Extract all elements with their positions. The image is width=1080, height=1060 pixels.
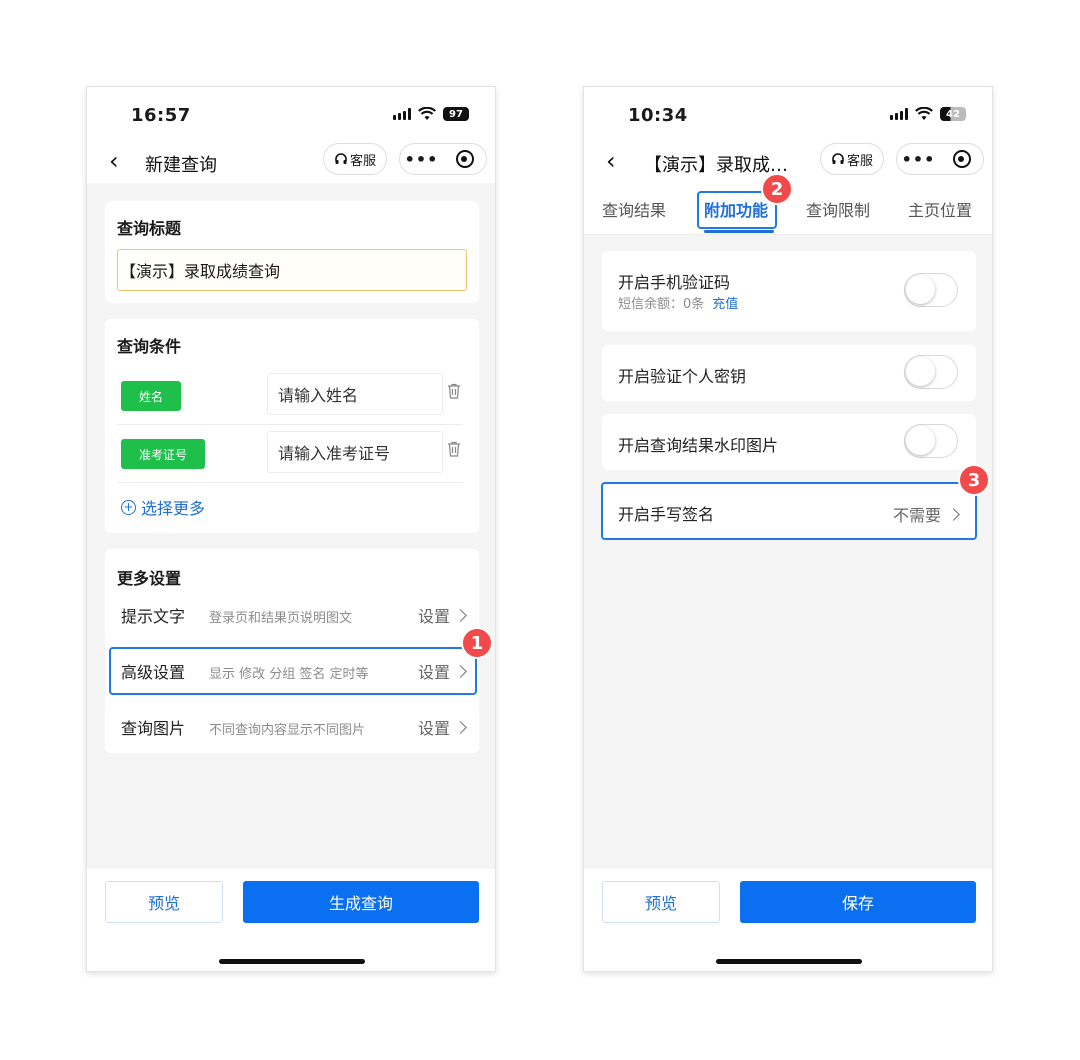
more-settings-card: 更多设置 提示文字 登录页和结果页说明图文 设置 高级设置 显示 修改 分组 签…	[105, 549, 479, 753]
chevron-right-icon	[947, 507, 960, 521]
condition-row: 准考证号 请输入准考证号	[117, 427, 463, 483]
status-time: 10:34	[628, 105, 688, 126]
status-time: 16:57	[131, 105, 191, 126]
headset-icon	[832, 153, 844, 164]
watermark-row: 开启查询结果水印图片	[602, 414, 976, 470]
plus-circle-icon: +	[121, 499, 136, 515]
customer-service-button[interactable]: 客服	[820, 143, 884, 175]
condition-tag[interactable]: 准考证号	[121, 439, 205, 469]
recharge-link[interactable]: 充值	[712, 297, 738, 312]
tab-query-results[interactable]: 查询结果	[602, 197, 666, 221]
setting-desc: 显示 修改 分组 签名 定时等	[209, 667, 369, 682]
function-label: 开启查询结果水印图片	[618, 436, 779, 455]
query-title-input[interactable]: 【演示】录取成绩查询	[117, 249, 467, 291]
setting-label: 高级设置	[121, 663, 186, 682]
personal-key-row: 开启验证个人密钥	[602, 345, 976, 401]
trash-icon[interactable]	[447, 441, 461, 457]
sms-verification-row: 开启手机验证码 短信余额：0条 充值	[602, 251, 976, 331]
setting-label: 查询图片	[121, 719, 186, 738]
tab-extra-functions[interactable]: 附加功能	[704, 197, 768, 221]
condition-row: 姓名 请输入姓名	[117, 369, 463, 425]
condition-tag[interactable]: 姓名	[121, 381, 181, 411]
home-indicator	[219, 959, 365, 964]
setting-row-query-images[interactable]: 查询图片 不同查询内容显示不同图片 设置	[105, 701, 479, 753]
trash-icon[interactable]	[447, 383, 461, 399]
status-bar: 10:34 42	[584, 87, 992, 143]
mini-program-capsule: •••	[896, 143, 984, 175]
bottom-action-bar: 预览 保存	[584, 869, 992, 971]
phone-screen-extra-functions: 10:34 42 ‹ 【演示】录取成… 客服 ••• 查询结果 附加功能 查询限…	[583, 86, 993, 972]
back-arrow-icon[interactable]: ‹	[109, 149, 119, 173]
customer-service-label: 客服	[846, 153, 873, 169]
mini-program-capsule: •••	[399, 143, 487, 175]
status-bar: 16:57 97	[87, 87, 495, 143]
query-title-card: 查询标题 【演示】录取成绩查询	[105, 201, 479, 303]
home-indicator	[716, 959, 862, 964]
setting-action[interactable]: 设置	[418, 603, 467, 627]
sms-balance-text: 短信余额：0条 充值	[618, 297, 739, 312]
sms-verification-toggle[interactable]	[904, 273, 958, 307]
query-title-heading: 查询标题	[117, 219, 182, 238]
tab-home-position[interactable]: 主页位置	[908, 197, 972, 221]
signature-value[interactable]: 不需要	[893, 502, 960, 526]
generate-query-button[interactable]: 生成查询	[243, 881, 479, 923]
condition-input[interactable]: 请输入准考证号	[267, 431, 443, 473]
record-circle-icon[interactable]	[443, 150, 486, 168]
setting-row-hint-text[interactable]: 提示文字 登录页和结果页说明图文 设置	[105, 589, 479, 641]
phone-screen-new-query: 16:57 97 ‹ 新建查询 客服 ••• 查询标题 【演示】录取成绩查询 查…	[86, 86, 496, 972]
active-tab-underline	[704, 230, 774, 233]
query-conditions-heading: 查询条件	[117, 337, 182, 356]
condition-input[interactable]: 请输入姓名	[267, 373, 443, 415]
setting-desc: 不同查询内容显示不同图片	[209, 723, 366, 738]
setting-label: 提示文字	[121, 607, 186, 626]
preview-button[interactable]: 预览	[105, 881, 223, 923]
save-button[interactable]: 保存	[740, 881, 976, 923]
page-title: 新建查询	[145, 155, 217, 176]
page-title: 【演示】录取成…	[644, 155, 788, 176]
watermark-toggle[interactable]	[904, 424, 958, 458]
query-conditions-card: 查询条件 姓名 请输入姓名 准考证号 请输入准考证号 + 选择更多	[105, 319, 479, 533]
handwritten-signature-row[interactable]: 开启手写签名 不需要	[602, 484, 976, 540]
setting-action[interactable]: 设置	[418, 715, 467, 739]
battery-icon: 97	[443, 107, 469, 121]
battery-icon: 42	[940, 107, 966, 121]
select-more-link[interactable]: + 选择更多	[121, 495, 205, 519]
signal-icon	[890, 108, 908, 120]
bottom-action-bar: 预览 生成查询	[87, 869, 495, 971]
step-badge: 3	[958, 464, 990, 496]
function-label: 开启验证个人密钥	[618, 367, 747, 386]
record-circle-icon[interactable]	[940, 150, 983, 168]
step-badge: 1	[461, 627, 493, 659]
tab-query-limits[interactable]: 查询限制	[806, 197, 870, 221]
chevron-right-icon	[454, 608, 467, 622]
function-label: 开启手写签名	[618, 505, 715, 524]
headset-icon	[335, 153, 347, 164]
signal-icon	[393, 108, 411, 120]
preview-button[interactable]: 预览	[602, 881, 720, 923]
nav-bar: ‹ 新建查询 客服 •••	[87, 143, 495, 183]
setting-desc: 登录页和结果页说明图文	[209, 611, 353, 626]
more-settings-heading: 更多设置	[117, 569, 182, 588]
setting-row-advanced[interactable]: 高级设置 显示 修改 分组 签名 定时等 设置	[105, 645, 479, 697]
step-badge: 2	[761, 173, 793, 205]
customer-service-button[interactable]: 客服	[323, 143, 387, 175]
chevron-right-icon	[454, 720, 467, 734]
setting-action[interactable]: 设置	[418, 659, 467, 683]
wifi-icon	[915, 107, 933, 120]
chevron-right-icon	[454, 664, 467, 678]
more-dots-icon[interactable]: •••	[400, 150, 443, 169]
personal-key-toggle[interactable]	[904, 355, 958, 389]
customer-service-label: 客服	[349, 153, 376, 169]
wifi-icon	[418, 107, 436, 120]
select-more-label: 选择更多	[141, 499, 206, 518]
back-arrow-icon[interactable]: ‹	[606, 149, 616, 173]
function-label: 开启手机验证码	[618, 273, 731, 292]
more-dots-icon[interactable]: •••	[897, 150, 940, 169]
